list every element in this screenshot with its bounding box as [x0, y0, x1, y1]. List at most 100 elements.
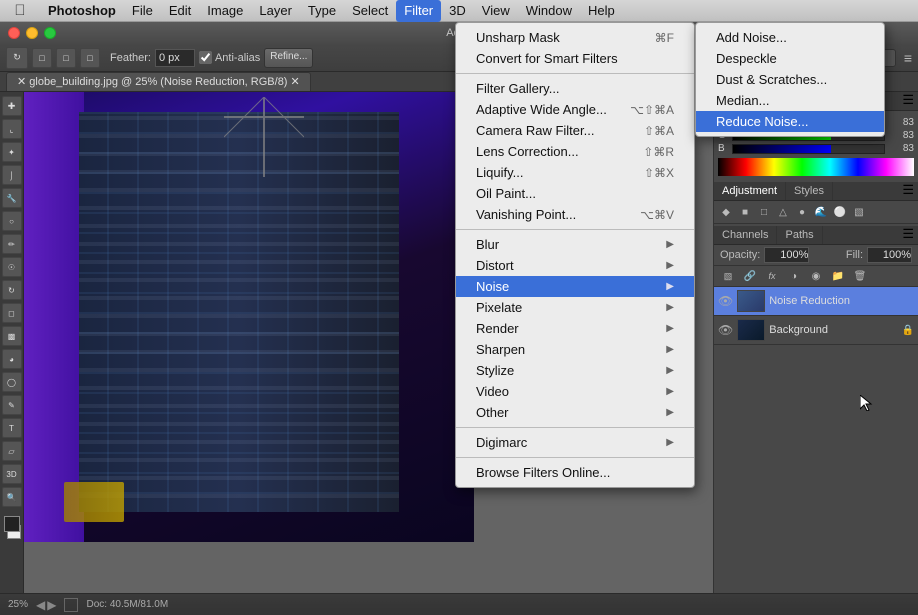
- opacity-input[interactable]: [764, 247, 809, 263]
- noise-reduce-noise[interactable]: Reduce Noise...: [696, 111, 884, 132]
- panel-menu-icon[interactable]: ☰: [902, 92, 914, 110]
- tool-gradient[interactable]: ▩: [2, 326, 22, 346]
- adj-icon-3[interactable]: □: [756, 204, 772, 220]
- tool-text[interactable]: T: [2, 418, 22, 438]
- filter-digimarc[interactable]: Digimarc ▶: [456, 432, 694, 453]
- filter-video[interactable]: Video ▶: [456, 381, 694, 402]
- tool-icon-1[interactable]: ↻: [6, 47, 28, 69]
- grid-view-icon[interactable]: [64, 598, 78, 612]
- tool-move[interactable]: ✚: [2, 96, 22, 116]
- filter-render[interactable]: Render ▶: [456, 318, 694, 339]
- adjustment-layer-icon[interactable]: ◉: [808, 268, 824, 284]
- fill-input[interactable]: [867, 247, 912, 263]
- filter-unsharp-mask[interactable]: Unsharp Mask ⌘F: [456, 27, 694, 48]
- menu-item-3d[interactable]: 3D: [441, 0, 474, 22]
- menu-item-image[interactable]: Image: [199, 0, 251, 22]
- adj-icon-5[interactable]: ●: [794, 204, 810, 220]
- noise-add-noise[interactable]: Add Noise...: [696, 27, 884, 48]
- nav-next[interactable]: ▶: [47, 598, 56, 612]
- tool-blur[interactable]: ◕: [2, 349, 22, 369]
- link-icon[interactable]: 🔗: [742, 268, 758, 284]
- tool-brush[interactable]: ✏: [2, 234, 22, 254]
- tool-eraser[interactable]: ◻: [2, 303, 22, 323]
- tab-channels[interactable]: Channels: [714, 226, 777, 244]
- adj-icon-6[interactable]: 🌊: [813, 204, 829, 220]
- layer-row-background[interactable]: 👁 Background 🔒: [714, 316, 918, 345]
- tool-crop[interactable]: ⌡: [2, 165, 22, 185]
- menu-item-file[interactable]: File: [124, 0, 161, 22]
- adj-icon-7[interactable]: ⚪: [832, 204, 848, 220]
- menu-item-type[interactable]: Type: [300, 0, 344, 22]
- menu-item-view[interactable]: View: [474, 0, 518, 22]
- layer-row-noise[interactable]: 👁 Noise Reduction: [714, 287, 918, 316]
- filter-other[interactable]: Other ▶: [456, 402, 694, 423]
- filter-gallery[interactable]: Filter Gallery...: [456, 78, 694, 99]
- filter-stylize[interactable]: Stylize ▶: [456, 360, 694, 381]
- noise-despeckle[interactable]: Despeckle: [696, 48, 884, 69]
- filter-lens-correction[interactable]: Lens Correction... ⇧⌘R: [456, 141, 694, 162]
- filter-distort[interactable]: Distort ▶: [456, 255, 694, 276]
- tool-lasso[interactable]: ⌞: [2, 119, 22, 139]
- menu-item-window[interactable]: Window: [518, 0, 580, 22]
- filter-liquify[interactable]: Liquify... ⇧⌘X: [456, 162, 694, 183]
- tab-paths[interactable]: Paths: [777, 226, 822, 244]
- tab-adjustments[interactable]: Adjustment: [714, 182, 786, 200]
- tool-clone[interactable]: ☉: [2, 257, 22, 277]
- filter-browse[interactable]: Browse Filters Online...: [456, 462, 694, 483]
- nav-controls[interactable]: ◀ ▶: [36, 598, 56, 612]
- adj-panel-menu-icon[interactable]: ☰: [902, 182, 914, 200]
- menu-item-select[interactable]: Select: [344, 0, 396, 22]
- tool-dodge[interactable]: ◯: [2, 372, 22, 392]
- tool-magic-wand[interactable]: ✦: [2, 142, 22, 162]
- tool-pen[interactable]: ✎: [2, 395, 22, 415]
- tool-3d[interactable]: 3D: [2, 464, 22, 484]
- color-gradient-bar[interactable]: [718, 158, 914, 176]
- adj-icon-8[interactable]: ▧: [851, 204, 867, 220]
- filter-noise[interactable]: Noise ▶: [456, 276, 694, 297]
- filter-oil-paint[interactable]: Oil Paint...: [456, 183, 694, 204]
- menu-item-help[interactable]: Help: [580, 0, 623, 22]
- adj-icon-4[interactable]: △: [775, 204, 791, 220]
- tool-icon-2[interactable]: □: [32, 48, 52, 68]
- tool-heal[interactable]: ○: [2, 211, 22, 231]
- adj-icon-1[interactable]: ◆: [718, 204, 734, 220]
- tool-icon-3[interactable]: □: [56, 48, 76, 68]
- filter-convert-smart[interactable]: Convert for Smart Filters: [456, 48, 694, 69]
- filter-camera-raw[interactable]: Camera Raw Filter... ⇧⌘A: [456, 120, 694, 141]
- tab-styles[interactable]: Styles: [786, 182, 833, 200]
- filter-blur[interactable]: Blur ▶: [456, 234, 694, 255]
- tool-eyedropper[interactable]: 🔧: [2, 188, 22, 208]
- filter-sharpen[interactable]: Sharpen ▶: [456, 339, 694, 360]
- maximize-button[interactable]: [44, 27, 56, 39]
- minimize-button[interactable]: [26, 27, 38, 39]
- menu-item-edit[interactable]: Edit: [161, 0, 199, 22]
- blend-mode-icon[interactable]: ▧: [720, 268, 736, 284]
- refine-button[interactable]: Refine...: [264, 48, 313, 68]
- tool-shape[interactable]: ▱: [2, 441, 22, 461]
- apple-menu[interactable]: : [0, 2, 40, 19]
- feather-input[interactable]: [155, 49, 195, 67]
- layer-eye-background[interactable]: 👁: [718, 323, 733, 337]
- foreground-color[interactable]: [4, 516, 20, 532]
- noise-dust-scratches[interactable]: Dust & Scratches...: [696, 69, 884, 90]
- document-tab[interactable]: ✕ globe_building.jpg @ 25% (Noise Reduct…: [6, 72, 311, 91]
- anti-alias-checkbox[interactable]: [199, 51, 212, 64]
- layer-eye-noise[interactable]: 👁: [718, 294, 733, 308]
- delete-layer-icon[interactable]: 🗑: [852, 268, 868, 284]
- noise-median[interactable]: Median...: [696, 90, 884, 111]
- menu-item-photoshop[interactable]: Photoshop: [40, 0, 124, 22]
- folder-icon[interactable]: 📁: [830, 268, 846, 284]
- tool-history[interactable]: ↻: [2, 280, 22, 300]
- menu-item-layer[interactable]: Layer: [251, 0, 300, 22]
- panel-arrange-icon[interactable]: ≡: [904, 50, 912, 66]
- menu-item-filter[interactable]: Filter: [396, 0, 441, 22]
- fx-icon[interactable]: fx: [764, 268, 780, 284]
- tool-zoom[interactable]: 🔍: [2, 487, 22, 507]
- filter-adaptive-wide[interactable]: Adaptive Wide Angle... ⌥⇧⌘A: [456, 99, 694, 120]
- adj-icon-2[interactable]: ■: [737, 204, 753, 220]
- tool-icon-4[interactable]: □: [80, 48, 100, 68]
- close-button[interactable]: [8, 27, 20, 39]
- filter-pixelate[interactable]: Pixelate ▶: [456, 297, 694, 318]
- nav-prev[interactable]: ◀: [36, 598, 45, 612]
- filter-vanishing-point[interactable]: Vanishing Point... ⌥⌘V: [456, 204, 694, 225]
